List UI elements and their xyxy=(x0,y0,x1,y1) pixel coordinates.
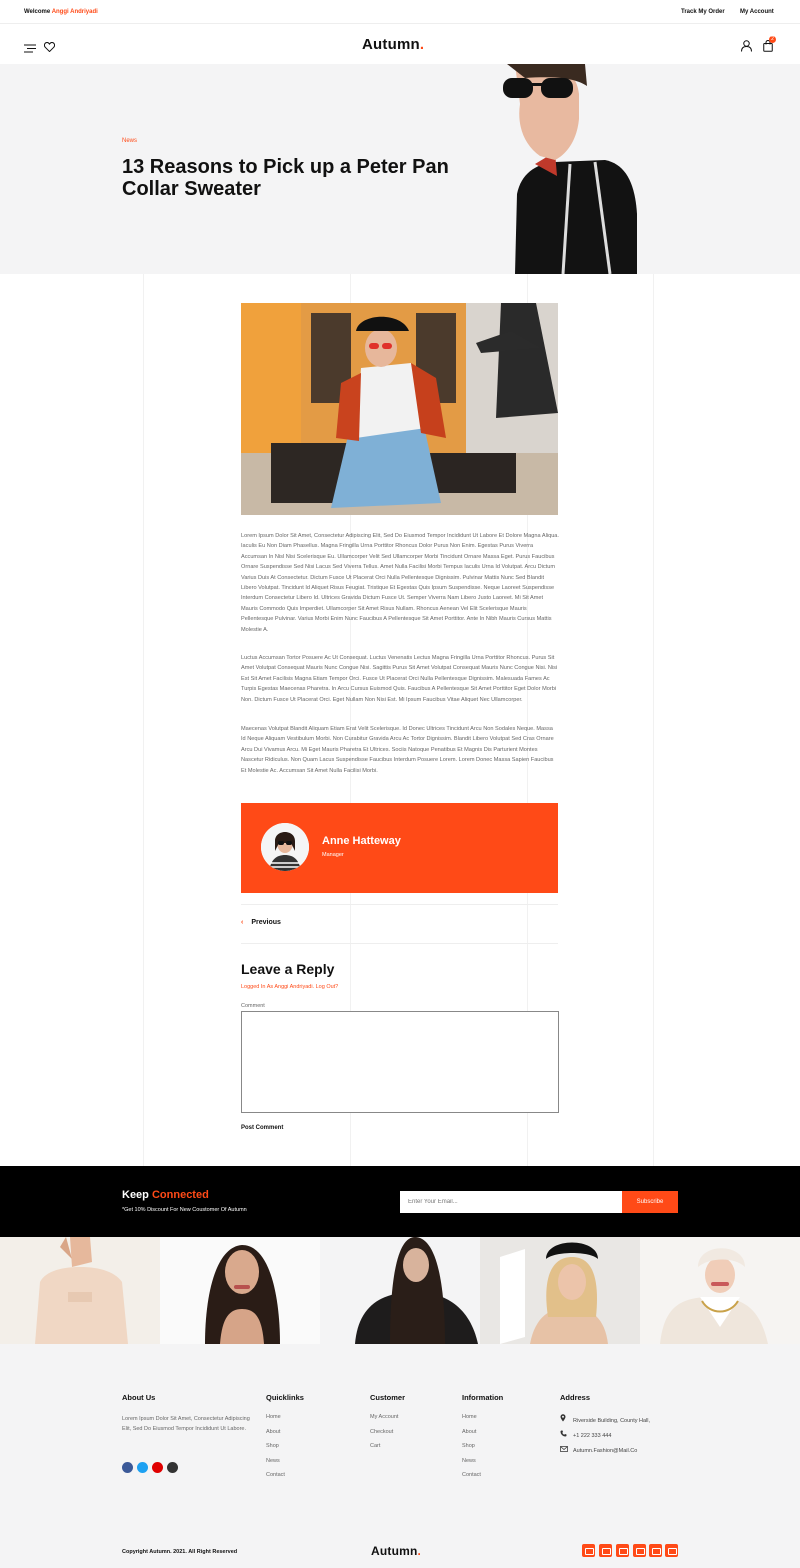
footer-quicklinks: Home About Shop News Contact xyxy=(266,1414,285,1487)
footer-link-news[interactable]: News xyxy=(462,1458,481,1473)
author-role: Manager xyxy=(322,852,344,858)
newsletter-title-part2: Connected xyxy=(151,1189,209,1201)
welcome-username[interactable]: Anggi Andriyadi xyxy=(52,9,98,15)
comment-textarea[interactable] xyxy=(241,1011,559,1113)
footer-link-about[interactable]: About xyxy=(266,1429,285,1444)
article-paragraph: Lorem Ipsum Dolor Sit Amet, Consectetur … xyxy=(241,533,559,633)
phone-icon xyxy=(560,1430,569,1439)
footer-link-news[interactable]: News xyxy=(266,1458,285,1473)
my-account-link[interactable]: My Account xyxy=(740,9,774,15)
hero-banner: News 13 Reasons to Pick up a Peter Pan C… xyxy=(0,64,800,274)
footer-link-home[interactable]: Home xyxy=(462,1414,481,1429)
footer-link-cart[interactable]: Cart xyxy=(370,1443,398,1458)
gallery-image[interactable] xyxy=(480,1237,640,1344)
location-pin-icon xyxy=(560,1414,569,1424)
reply-heading: Leave a Reply xyxy=(241,961,335,977)
footer-logo-text: Autumn xyxy=(371,1544,418,1558)
heart-icon[interactable] xyxy=(43,39,56,57)
footer-about-text: Lorem Ipsum Dolor Sit Amet, Consectetur … xyxy=(122,1416,250,1432)
post-comment-button[interactable]: Post Comment xyxy=(241,1125,283,1131)
menu-icon[interactable] xyxy=(24,40,36,58)
footer-link-shop[interactable]: Shop xyxy=(266,1443,285,1458)
footer-link-about[interactable]: About xyxy=(462,1429,481,1444)
instagram-icon[interactable] xyxy=(167,1462,178,1473)
chevron-left-icon: ‹ xyxy=(241,919,244,926)
footer-customer-title: Customer xyxy=(370,1393,406,1402)
newsletter-email-input[interactable] xyxy=(400,1191,623,1213)
logo-dot: . xyxy=(417,1544,422,1558)
payment-card-icon xyxy=(665,1544,678,1557)
footer-address-title: Address xyxy=(560,1393,591,1402)
footer-link-contact[interactable]: Contact xyxy=(266,1472,285,1487)
footer-link-contact[interactable]: Contact xyxy=(462,1472,481,1487)
newsletter-subtitle: *Get 10% Discount For New Coustomer Of A… xyxy=(122,1207,247,1213)
user-icon[interactable] xyxy=(741,39,752,57)
newsletter-title: Keep Connected xyxy=(122,1189,209,1201)
article-paragraph: Luctus Accumsan Tortor Posuere Ac Ut Con… xyxy=(241,655,558,703)
payment-card-icon xyxy=(649,1544,662,1557)
welcome-prefix: Welcome xyxy=(24,9,51,15)
facebook-icon[interactable] xyxy=(122,1462,133,1473)
footer-address: Riverside Building, County Hall, xyxy=(560,1414,650,1424)
footer-about-title: About Us xyxy=(122,1393,156,1402)
gallery-image[interactable] xyxy=(320,1237,480,1344)
previous-label: Previous xyxy=(251,919,281,926)
gallery-image[interactable] xyxy=(160,1237,320,1344)
copyright-text: Copyright Autumn. 2021. All Right Reserv… xyxy=(122,1549,238,1555)
footer-phone[interactable]: +1 222 333 444 xyxy=(560,1430,611,1439)
gallery-image[interactable] xyxy=(640,1237,800,1344)
logo-text: Autumn xyxy=(362,36,420,53)
previous-post-link[interactable]: ‹ Previous xyxy=(241,919,281,926)
footer-email-text: Autumn.Fashion@Mail.Co xyxy=(573,1448,638,1454)
footer-logo[interactable]: Autumn. xyxy=(371,1544,421,1558)
footer-email[interactable]: Autumn.Fashion@Mail.Co xyxy=(560,1446,637,1454)
post-title: 13 Reasons to Pick up a Peter Pan Collar… xyxy=(122,156,449,200)
track-order-link[interactable]: Track My Order xyxy=(681,9,725,15)
payment-card-icon xyxy=(616,1544,629,1557)
author-box: Anne Hatteway Manager xyxy=(241,803,558,893)
author-avatar xyxy=(261,823,309,871)
payment-card-icon xyxy=(582,1544,595,1557)
welcome-text: Welcome Anggi Andriyadi xyxy=(24,9,98,15)
youtube-icon[interactable] xyxy=(152,1462,163,1473)
hero-model-image xyxy=(503,64,637,274)
article-image xyxy=(241,303,558,515)
footer-quicklinks-title: Quicklinks xyxy=(266,1393,304,1402)
site-footer: About Us Lorem Ipsum Dolor Sit Amet, Con… xyxy=(0,1344,800,1568)
author-name: Anne Hatteway xyxy=(322,835,401,847)
footer-link-checkout[interactable]: Checkout xyxy=(370,1429,398,1444)
footer-address-text: Riverside Building, County Hall, xyxy=(573,1418,651,1424)
newsletter-title-part1: Keep xyxy=(122,1189,149,1201)
mail-icon xyxy=(560,1446,569,1454)
instagram-gallery xyxy=(0,1237,800,1344)
comment-label: Comment xyxy=(241,1003,265,1009)
divider xyxy=(241,904,558,905)
subscribe-button[interactable]: Subscribe xyxy=(622,1191,678,1213)
footer-link-home[interactable]: Home xyxy=(266,1414,285,1429)
twitter-icon[interactable] xyxy=(137,1462,148,1473)
post-category[interactable]: News xyxy=(122,138,137,144)
footer-information-title: Information xyxy=(462,1393,504,1402)
payment-card-icon xyxy=(633,1544,646,1557)
cart-count-badge: 2 xyxy=(769,36,776,43)
footer-link-my-account[interactable]: My Account xyxy=(370,1414,398,1429)
top-bar: Welcome Anggi Andriyadi Track My Order M… xyxy=(0,0,800,24)
footer-information-links: Home About Shop News Contact xyxy=(462,1414,481,1487)
footer-phone-text: +1 222 333 444 xyxy=(573,1433,612,1439)
gallery-image[interactable] xyxy=(0,1237,160,1344)
logout-link[interactable]: Logged In As Anggi Andriyadi. Log Out? xyxy=(241,984,338,990)
newsletter-bar: Keep Connected *Get 10% Discount For New… xyxy=(0,1166,800,1237)
article-paragraph: Maecenas Volutpat Blandit Aliquam Etiam … xyxy=(241,726,554,774)
main-header: Autumn. 2 xyxy=(0,24,800,64)
payment-card-icon xyxy=(599,1544,612,1557)
logo-dot: . xyxy=(419,36,425,53)
divider xyxy=(241,943,558,944)
site-logo[interactable]: Autumn. xyxy=(362,36,424,53)
footer-customer-links: My Account Checkout Cart xyxy=(370,1414,398,1458)
footer-link-shop[interactable]: Shop xyxy=(462,1443,481,1458)
